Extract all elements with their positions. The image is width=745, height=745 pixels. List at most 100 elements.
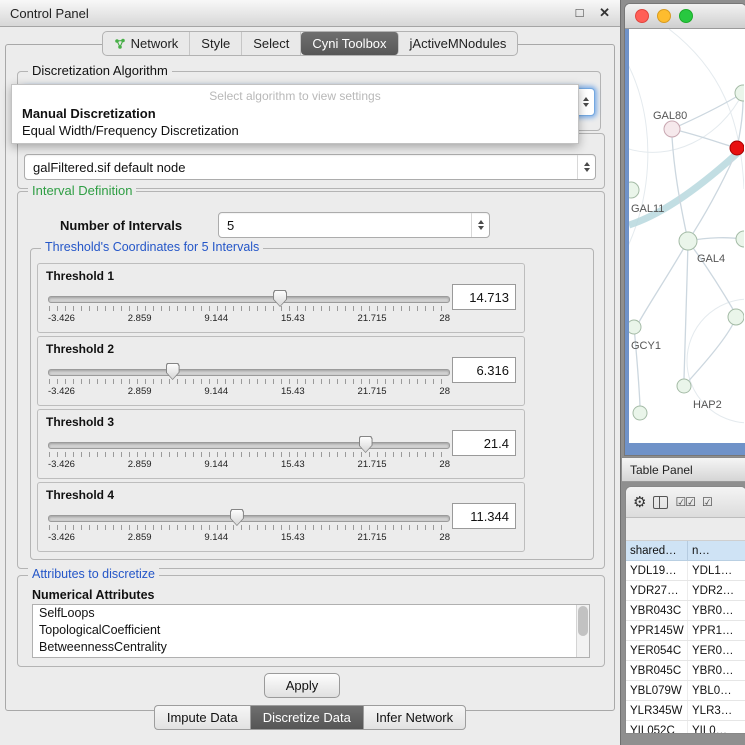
- table-cell[interactable]: YBR0…: [688, 601, 745, 620]
- node[interactable]: [728, 309, 744, 325]
- table-row[interactable]: YBL079WYBL0…: [626, 681, 745, 701]
- dropdown-option-equal-width-frequency[interactable]: Equal Width/Frequency Discretization: [12, 122, 578, 139]
- node[interactable]: [735, 85, 744, 101]
- node-gcy1[interactable]: [629, 320, 641, 334]
- table-cell[interactable]: YPR145W: [626, 621, 688, 640]
- threshold-value-field[interactable]: 21.4: [452, 430, 516, 456]
- apply-button[interactable]: Apply: [264, 673, 340, 698]
- node-gal4[interactable]: [679, 232, 697, 250]
- slider-track[interactable]: [48, 515, 450, 522]
- threshold-thumb[interactable]: [230, 509, 244, 526]
- threshold-slider[interactable]: -3.426 2.859 9.144 15.43 21.715 28: [48, 509, 450, 547]
- table-cell[interactable]: YDR27…: [626, 581, 688, 600]
- attribute-item[interactable]: TopologicalCoefficient: [33, 622, 589, 639]
- threshold-slider[interactable]: -3.426 2.859 9.144 15.43 21.715 28: [48, 363, 450, 401]
- table-cell[interactable]: YDL1…: [688, 561, 745, 580]
- table-cell[interactable]: YER0…: [688, 641, 745, 660]
- network-nodes[interactable]: [629, 85, 744, 420]
- num-intervals-select[interactable]: 5: [218, 212, 490, 238]
- table-cell[interactable]: YBR045C: [626, 661, 688, 680]
- threshold-slider[interactable]: -3.426 2.859 9.144 15.43 21.715 28: [48, 436, 450, 474]
- scale-label: 21.715: [358, 313, 387, 324]
- column-header-shared-name[interactable]: shared…: [626, 541, 688, 560]
- network-graph: GAL80 GAL11 GAL4 GCY1 HAP2: [629, 29, 744, 443]
- tab-cyni-toolbox[interactable]: Cyni Toolbox: [301, 32, 398, 55]
- gear-icon[interactable]: ⚙: [633, 495, 646, 510]
- selected-red-node[interactable]: [730, 141, 744, 155]
- threshold-value-field[interactable]: 14.713: [452, 284, 516, 310]
- tab-cyni-toolbox-label: Cyni Toolbox: [312, 36, 386, 51]
- columns-icon[interactable]: [653, 496, 668, 509]
- scrollbar-thumb[interactable]: [578, 606, 588, 636]
- table-cell[interactable]: YLR345W: [626, 701, 688, 720]
- scale-label: 28: [439, 313, 450, 324]
- tab-impute-data[interactable]: Impute Data: [154, 705, 250, 730]
- threshold-thumb[interactable]: [273, 290, 287, 307]
- tab-jactivemnodules[interactable]: jActiveMNodules: [399, 32, 518, 55]
- close-traffic-light[interactable]: [635, 9, 649, 23]
- tab-style[interactable]: Style: [190, 32, 242, 55]
- table-cell[interactable]: YBR043C: [626, 601, 688, 620]
- select-all-icon[interactable]: ☑: [702, 495, 712, 509]
- slider-track[interactable]: [48, 369, 450, 376]
- node-hap2[interactable]: [677, 379, 691, 393]
- table-cell[interactable]: YIL052C: [626, 721, 688, 734]
- attributes-list[interactable]: SelfLoopsTopologicalCoefficientBetweenne…: [32, 604, 590, 658]
- table-cell[interactable]: YIL0…: [688, 721, 745, 734]
- threshold-value-field[interactable]: 11.344: [452, 503, 516, 529]
- table-panel-header[interactable]: Table Panel: [622, 457, 745, 482]
- node-gal80[interactable]: [664, 121, 680, 137]
- select-columns-icon[interactable]: ☑☑: [675, 495, 695, 509]
- table-toolbar-strip: [626, 518, 745, 541]
- tab-network[interactable]: Network: [103, 32, 191, 55]
- tab-infer-network[interactable]: Infer Network: [363, 705, 466, 730]
- table-row[interactable]: YER054CYER0…: [626, 641, 745, 661]
- node[interactable]: [633, 406, 647, 420]
- table-row[interactable]: YBR045CYBR0…: [626, 661, 745, 681]
- node[interactable]: [736, 231, 744, 247]
- threshold-value-field[interactable]: 6.316: [452, 357, 516, 383]
- network-canvas[interactable]: GAL80 GAL11 GAL4 GCY1 HAP2: [625, 29, 745, 455]
- list-scrollbar[interactable]: [576, 605, 589, 657]
- attribute-item[interactable]: SelfLoops: [33, 605, 589, 622]
- scale-label: 21.715: [358, 386, 387, 397]
- table-cell[interactable]: YBL0…: [688, 681, 745, 700]
- table-row[interactable]: YDR27…YDR2…: [626, 581, 745, 601]
- tab-discretize-data[interactable]: Discretize Data: [250, 705, 363, 730]
- node[interactable]: [629, 182, 639, 198]
- table-row[interactable]: YPR145WYPR1…: [626, 621, 745, 641]
- scale-label: -3.426: [48, 532, 75, 543]
- table-row[interactable]: YIL052CYIL0…: [626, 721, 745, 734]
- control-panel-titlebar[interactable]: Control Panel □ ✕: [0, 0, 620, 27]
- stepper-icon: [577, 155, 595, 179]
- slider-track[interactable]: [48, 296, 450, 303]
- scale-label: 9.144: [204, 313, 228, 324]
- table-row[interactable]: YLR345WYLR3…: [626, 701, 745, 721]
- threshold-slider[interactable]: -3.426 2.859 9.144 15.43 21.715 28: [48, 290, 450, 328]
- network-window-titlebar[interactable]: [625, 4, 745, 29]
- table-toolbar: ⚙ ☑☑ ☑: [626, 487, 745, 518]
- tab-select[interactable]: Select: [242, 32, 301, 55]
- table-row[interactable]: YDL19…YDL1…: [626, 561, 745, 581]
- table-cell[interactable]: YPR1…: [688, 621, 745, 640]
- column-header-name[interactable]: n…: [688, 541, 745, 560]
- scale-label: 9.144: [204, 386, 228, 397]
- slider-track[interactable]: [48, 442, 450, 449]
- table-cell[interactable]: YBR0…: [688, 661, 745, 680]
- zoom-traffic-light[interactable]: [679, 9, 693, 23]
- table-cell[interactable]: YBL079W: [626, 681, 688, 700]
- float-window-icon[interactable]: □: [576, 5, 584, 20]
- table-row[interactable]: YBR043CYBR0…: [626, 601, 745, 621]
- table-cell[interactable]: YER054C: [626, 641, 688, 660]
- threshold-thumb[interactable]: [166, 363, 180, 380]
- network-icon: [114, 38, 126, 50]
- attribute-item[interactable]: BetweennessCentrality: [33, 639, 589, 656]
- table-data-select[interactable]: galFiltered.sif default node: [24, 154, 596, 180]
- table-cell[interactable]: YDR2…: [688, 581, 745, 600]
- close-icon[interactable]: ✕: [599, 5, 610, 20]
- dropdown-option-manual-discretization[interactable]: Manual Discretization: [12, 105, 578, 122]
- table-cell[interactable]: YLR3…: [688, 701, 745, 720]
- minimize-traffic-light[interactable]: [657, 9, 671, 23]
- threshold-thumb[interactable]: [359, 436, 373, 453]
- table-cell[interactable]: YDL19…: [626, 561, 688, 580]
